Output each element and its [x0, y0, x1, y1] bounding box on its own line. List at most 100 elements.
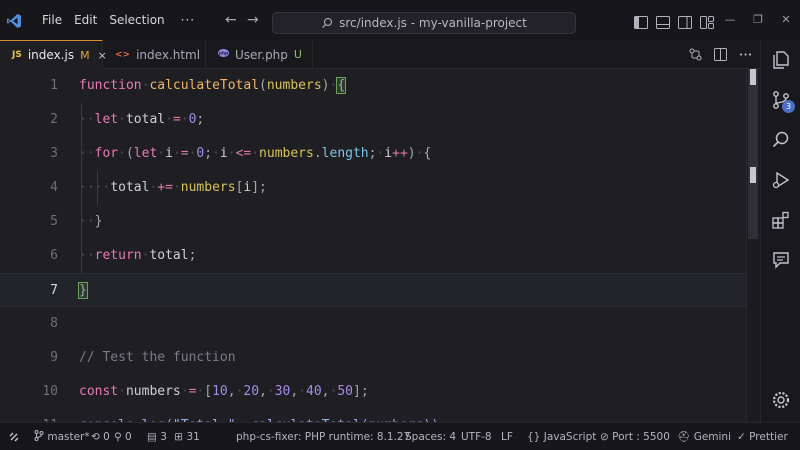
token-operator: =	[172, 112, 181, 127]
branch-indicator[interactable]: master*	[34, 423, 90, 450]
restore-icon[interactable]: ❐	[752, 14, 764, 26]
close-window-icon[interactable]: ✕	[780, 14, 792, 26]
token-keyword: return	[94, 248, 142, 263]
matched-bracket: }	[78, 282, 88, 299]
live-server-port[interactable]: ⊘ Port : 5500	[600, 423, 670, 450]
ports-forwarded-indicator[interactable]: ⚲ 0	[114, 423, 132, 450]
branch-name: master*	[47, 431, 90, 443]
prettier-status[interactable]: ✓ Prettier	[737, 423, 788, 450]
vscode-logo-icon[interactable]	[6, 13, 22, 29]
code-line: 2 ··let·total·=·0;	[0, 103, 746, 137]
back-arrow-icon[interactable]: ←	[225, 13, 239, 27]
token-comment: // Test the function	[79, 350, 236, 365]
token-punct: ,	[227, 384, 236, 399]
indentation-status[interactable]: Spaces: 4	[405, 423, 456, 450]
line-number: 11	[0, 409, 58, 422]
token-identifier: i	[165, 146, 173, 161]
tab-label: index.html	[136, 47, 201, 62]
line-ending-status[interactable]: LF	[501, 423, 513, 450]
settings-gear-icon[interactable]	[771, 390, 791, 410]
window-controls: — ❐ ✕	[724, 14, 792, 26]
token-punct: ;	[196, 112, 205, 127]
language-mode[interactable]: {} JavaScript	[527, 423, 596, 450]
code-line: 8	[0, 307, 746, 341]
editor-actions	[689, 46, 752, 61]
code-line: 1 function·calculateTotal(numbers)·{	[0, 69, 746, 103]
problems-indicator[interactable]: ▤ 3 ⊞ 31	[147, 423, 200, 450]
line-number: 1	[50, 78, 58, 93]
token-punct: ]	[251, 180, 260, 195]
line-number: 7	[50, 283, 58, 298]
modified-badge: M	[80, 48, 90, 62]
encoding-status[interactable]: UTF-8	[461, 423, 492, 450]
menu-bar: File Edit Selection ···	[36, 0, 201, 40]
token-identifier: total	[149, 248, 189, 263]
forward-arrow-icon[interactable]: →	[247, 13, 261, 27]
extensions-icon[interactable]	[771, 210, 791, 230]
tab-user-php[interactable]: php User.php U	[206, 40, 313, 69]
open-changes-icon[interactable]	[689, 46, 702, 61]
activity-bar: 3	[760, 40, 800, 422]
line-number: 8	[50, 316, 58, 331]
token-keyword: function	[79, 78, 142, 93]
customize-layout-icon[interactable]	[700, 14, 714, 29]
tab-index-js[interactable]: JS index.js M ×	[0, 40, 107, 69]
token-punct: ;	[259, 180, 267, 195]
branch-icon	[34, 430, 44, 441]
menu-file[interactable]: File	[36, 9, 68, 31]
more-actions-icon[interactable]	[739, 46, 752, 59]
php-runtime-status[interactable]: php-cs-fixer: PHP runtime: 8.1.27	[236, 423, 410, 450]
menu-edit[interactable]: Edit	[68, 9, 103, 31]
status-bar: master* ⟲ 0 ⚲ 0 ▤ 3 ⊞ 31 php-cs-fixer: P…	[0, 422, 800, 450]
token-identifier: i	[219, 146, 228, 161]
ports-count: 0	[125, 431, 132, 443]
token-keyword: const	[79, 384, 119, 399]
token-identifier: i	[384, 146, 393, 161]
language-label: JavaScript	[543, 431, 597, 443]
toggle-primary-sidebar-icon[interactable]	[634, 14, 648, 29]
code-line: 11 console.log("Total:", calculateTotal(…	[0, 409, 746, 422]
search-icon[interactable]	[771, 130, 791, 150]
toggle-panel-icon[interactable]	[656, 14, 670, 29]
command-center[interactable]: src/index.js - my-vanilla-project	[272, 12, 576, 34]
minimize-icon[interactable]: —	[724, 14, 736, 26]
token-number: 20	[243, 384, 260, 399]
gemini-status[interactable]: ⛑ Gemini	[677, 423, 731, 450]
remote-indicator[interactable]	[0, 423, 28, 450]
token-keyword: let	[133, 146, 158, 161]
token-function: calculateTotal	[149, 78, 260, 93]
split-editor-icon[interactable]	[714, 46, 727, 61]
tab-index-html[interactable]: <> index.html	[103, 40, 206, 69]
explorer-icon[interactable]	[771, 50, 791, 70]
matched-bracket: {	[336, 77, 347, 94]
token-line-partial: console.log("Total:", calculateTotal(num…	[79, 409, 447, 422]
scrollbar-thumb[interactable]	[748, 69, 758, 239]
check-icon: ✓	[737, 431, 746, 443]
token-operator: +=	[157, 180, 173, 195]
scroll-position-marker	[750, 69, 756, 85]
token-number: 50	[337, 384, 353, 399]
sync-count: 0	[103, 431, 110, 443]
line-number: 3	[50, 146, 58, 161]
token-punct: ;	[360, 384, 369, 399]
ports-icon: ⚲	[114, 431, 122, 443]
token-punct: .	[313, 146, 322, 161]
sync-indicator[interactable]: ⟲ 0	[91, 423, 110, 450]
token-identifier: numbers	[180, 180, 236, 195]
code-line: 10 const·numbers·=·[10,·20,·30,·40,·50];	[0, 375, 746, 409]
run-debug-icon[interactable]	[771, 170, 791, 190]
token-property: length	[321, 146, 369, 161]
chat-icon[interactable]	[771, 250, 791, 270]
toggle-secondary-sidebar-icon[interactable]	[678, 14, 692, 29]
token-keyword: let	[94, 112, 119, 127]
line-number: 5	[50, 214, 58, 229]
menu-selection[interactable]: Selection	[103, 9, 170, 31]
search-icon	[322, 17, 333, 29]
code-line: 9 // Test the function	[0, 341, 746, 375]
code-editor[interactable]: 1 function·calculateTotal(numbers)·{ 2 ·…	[0, 69, 760, 422]
editor-tab-bar: JS index.js M × <> index.html php User.p…	[0, 40, 760, 69]
javascript-file-icon: JS	[12, 50, 22, 60]
menu-more[interactable]: ···	[171, 9, 201, 31]
source-control-badge: 3	[782, 100, 795, 113]
untracked-badge: U	[293, 48, 302, 61]
